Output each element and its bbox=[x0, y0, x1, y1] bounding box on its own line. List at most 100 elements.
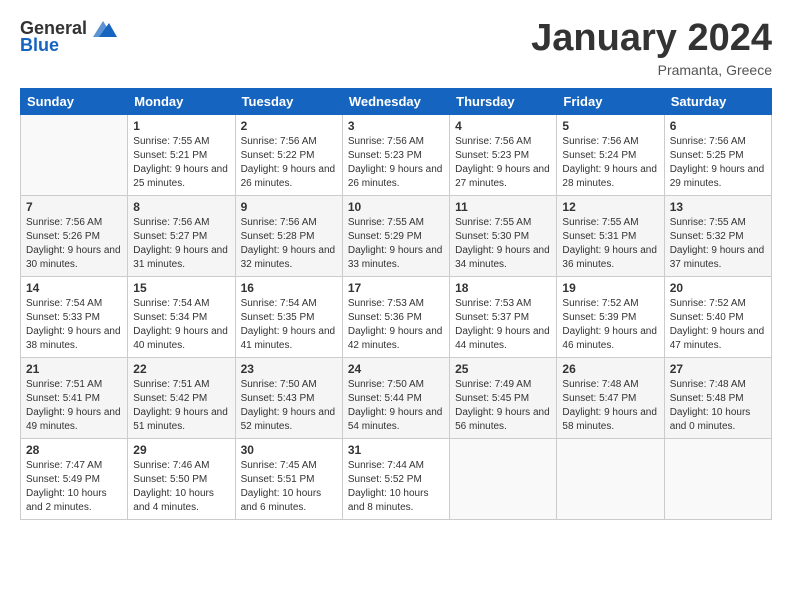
day-info: Sunrise: 7:53 AMSunset: 5:36 PMDaylight:… bbox=[348, 297, 444, 353]
day-info: Sunrise: 7:47 AMSunset: 5:49 PMDaylight:… bbox=[26, 459, 122, 515]
day-info: Sunrise: 7:55 AMSunset: 5:32 PMDaylight:… bbox=[670, 216, 766, 272]
day-number: 27 bbox=[670, 362, 766, 376]
day-cell: 21Sunrise: 7:51 AMSunset: 5:41 PMDayligh… bbox=[21, 357, 128, 438]
header: General Blue January 2024 Pramanta, Gree… bbox=[20, 18, 772, 78]
day-cell: 11 Sunrise: 7:55 AMSunset: 5:30 PMDayligh… bbox=[450, 195, 557, 276]
day-info: Sunrise: 7:55 AMSunset: 5:31 PMDaylight:… bbox=[562, 216, 658, 272]
day-info: Sunrise: 7:53 AMSunset: 5:37 PMDaylight:… bbox=[455, 297, 551, 353]
day-header-tuesday: Tuesday bbox=[235, 88, 342, 114]
day-cell: 13Sunrise: 7:55 AMSunset: 5:32 PMDayligh… bbox=[664, 195, 771, 276]
day-info: Sunrise: 7:54 AMSunset: 5:33 PMDaylight:… bbox=[26, 297, 122, 353]
day-info: Sunrise: 7:48 AMSunset: 5:48 PMDaylight:… bbox=[670, 378, 766, 434]
day-number: 25 bbox=[455, 362, 551, 376]
day-cell: 28 Sunrise: 7:47 AMSunset: 5:49 PMDayligh… bbox=[21, 438, 128, 519]
day-info: Sunrise: 7:56 AMSunset: 5:26 PMDaylight:… bbox=[26, 216, 122, 272]
day-cell: 27 Sunrise: 7:48 AMSunset: 5:48 PMDayligh… bbox=[664, 357, 771, 438]
day-cell bbox=[664, 438, 771, 519]
day-cell: 4 Sunrise: 7:56 AMSunset: 5:23 PMDaylight… bbox=[450, 114, 557, 195]
day-number: 9 bbox=[241, 200, 337, 214]
day-number: 17 bbox=[348, 281, 444, 295]
day-info: Sunrise: 7:56 AMSunset: 5:23 PMDaylight:… bbox=[455, 135, 551, 191]
week-row-5: 28 Sunrise: 7:47 AMSunset: 5:49 PMDayligh… bbox=[21, 438, 772, 519]
day-cell: 23Sunrise: 7:50 AMSunset: 5:43 PMDayligh… bbox=[235, 357, 342, 438]
day-cell: 18 Sunrise: 7:53 AMSunset: 5:37 PMDayligh… bbox=[450, 276, 557, 357]
calendar: SundayMondayTuesdayWednesdayThursdayFrid… bbox=[20, 88, 772, 520]
day-number: 26 bbox=[562, 362, 658, 376]
day-cell: 14Sunrise: 7:54 AMSunset: 5:33 PMDayligh… bbox=[21, 276, 128, 357]
day-number: 30 bbox=[241, 443, 337, 457]
day-number: 11 bbox=[455, 200, 551, 214]
day-cell: 31 Sunrise: 7:44 AMSunset: 5:52 PMDayligh… bbox=[342, 438, 449, 519]
day-number: 8 bbox=[133, 200, 229, 214]
day-number: 10 bbox=[348, 200, 444, 214]
day-number: 5 bbox=[562, 119, 658, 133]
day-info: Sunrise: 7:51 AMSunset: 5:42 PMDaylight:… bbox=[133, 378, 229, 434]
page: General Blue January 2024 Pramanta, Gree… bbox=[0, 0, 792, 612]
day-number: 19 bbox=[562, 281, 658, 295]
day-cell: 16 Sunrise: 7:54 AMSunset: 5:35 PMDayligh… bbox=[235, 276, 342, 357]
day-info: Sunrise: 7:46 AMSunset: 5:50 PMDaylight:… bbox=[133, 459, 229, 515]
week-row-3: 14Sunrise: 7:54 AMSunset: 5:33 PMDayligh… bbox=[21, 276, 772, 357]
day-number: 31 bbox=[348, 443, 444, 457]
day-number: 6 bbox=[670, 119, 766, 133]
day-cell: 17 Sunrise: 7:53 AMSunset: 5:36 PMDayligh… bbox=[342, 276, 449, 357]
day-cell: 26 Sunrise: 7:48 AMSunset: 5:47 PMDayligh… bbox=[557, 357, 664, 438]
day-number: 7 bbox=[26, 200, 122, 214]
day-number: 15 bbox=[133, 281, 229, 295]
day-cell: 2 Sunrise: 7:56 AMSunset: 5:22 PMDaylight… bbox=[235, 114, 342, 195]
day-info: Sunrise: 7:54 AMSunset: 5:35 PMDaylight:… bbox=[241, 297, 337, 353]
day-header-thursday: Thursday bbox=[450, 88, 557, 114]
day-info: Sunrise: 7:45 AMSunset: 5:51 PMDaylight:… bbox=[241, 459, 337, 515]
day-cell bbox=[450, 438, 557, 519]
day-info: Sunrise: 7:56 AMSunset: 5:27 PMDaylight:… bbox=[133, 216, 229, 272]
day-cell: 9 Sunrise: 7:56 AMSunset: 5:28 PMDaylight… bbox=[235, 195, 342, 276]
day-cell: 29Sunrise: 7:46 AMSunset: 5:50 PMDayligh… bbox=[128, 438, 235, 519]
day-cell: 24Sunrise: 7:50 AMSunset: 5:44 PMDayligh… bbox=[342, 357, 449, 438]
day-cell: 8 Sunrise: 7:56 AMSunset: 5:27 PMDaylight… bbox=[128, 195, 235, 276]
day-number: 28 bbox=[26, 443, 122, 457]
day-cell: 20 Sunrise: 7:52 AMSunset: 5:40 PMDayligh… bbox=[664, 276, 771, 357]
day-number: 22 bbox=[133, 362, 229, 376]
day-info: Sunrise: 7:52 AMSunset: 5:40 PMDaylight:… bbox=[670, 297, 766, 353]
day-info: Sunrise: 7:55 AMSunset: 5:21 PMDaylight:… bbox=[133, 135, 229, 191]
month-title: January 2024 bbox=[531, 18, 772, 60]
day-info: Sunrise: 7:48 AMSunset: 5:47 PMDaylight:… bbox=[562, 378, 658, 434]
day-number: 2 bbox=[241, 119, 337, 133]
day-cell: 10Sunrise: 7:55 AMSunset: 5:29 PMDayligh… bbox=[342, 195, 449, 276]
day-header-saturday: Saturday bbox=[664, 88, 771, 114]
day-cell: 3Sunrise: 7:56 AMSunset: 5:23 PMDaylight… bbox=[342, 114, 449, 195]
logo: General Blue bbox=[20, 18, 117, 56]
day-number: 18 bbox=[455, 281, 551, 295]
day-cell: 30 Sunrise: 7:45 AMSunset: 5:51 PMDayligh… bbox=[235, 438, 342, 519]
day-info: Sunrise: 7:54 AMSunset: 5:34 PMDaylight:… bbox=[133, 297, 229, 353]
day-info: Sunrise: 7:44 AMSunset: 5:52 PMDaylight:… bbox=[348, 459, 444, 515]
day-number: 4 bbox=[455, 119, 551, 133]
day-info: Sunrise: 7:56 AMSunset: 5:28 PMDaylight:… bbox=[241, 216, 337, 272]
day-cell: 5 Sunrise: 7:56 AMSunset: 5:24 PMDaylight… bbox=[557, 114, 664, 195]
day-info: Sunrise: 7:52 AMSunset: 5:39 PMDaylight:… bbox=[562, 297, 658, 353]
day-info: Sunrise: 7:55 AMSunset: 5:30 PMDaylight:… bbox=[455, 216, 551, 272]
day-header-wednesday: Wednesday bbox=[342, 88, 449, 114]
logo-blue: Blue bbox=[20, 35, 59, 56]
day-info: Sunrise: 7:49 AMSunset: 5:45 PMDaylight:… bbox=[455, 378, 551, 434]
week-row-4: 21Sunrise: 7:51 AMSunset: 5:41 PMDayligh… bbox=[21, 357, 772, 438]
day-number: 3 bbox=[348, 119, 444, 133]
day-header-friday: Friday bbox=[557, 88, 664, 114]
day-info: Sunrise: 7:50 AMSunset: 5:43 PMDaylight:… bbox=[241, 378, 337, 434]
day-info: Sunrise: 7:56 AMSunset: 5:25 PMDaylight:… bbox=[670, 135, 766, 191]
day-cell: 7 Sunrise: 7:56 AMSunset: 5:26 PMDaylight… bbox=[21, 195, 128, 276]
day-cell: 12 Sunrise: 7:55 AMSunset: 5:31 PMDayligh… bbox=[557, 195, 664, 276]
day-cell: 19 Sunrise: 7:52 AMSunset: 5:39 PMDayligh… bbox=[557, 276, 664, 357]
day-cell: 15 Sunrise: 7:54 AMSunset: 5:34 PMDayligh… bbox=[128, 276, 235, 357]
day-number: 12 bbox=[562, 200, 658, 214]
header-row: SundayMondayTuesdayWednesdayThursdayFrid… bbox=[21, 88, 772, 114]
day-info: Sunrise: 7:56 AMSunset: 5:22 PMDaylight:… bbox=[241, 135, 337, 191]
subtitle: Pramanta, Greece bbox=[531, 62, 772, 78]
week-row-1: 1Sunrise: 7:55 AMSunset: 5:21 PMDaylight… bbox=[21, 114, 772, 195]
day-info: Sunrise: 7:56 AMSunset: 5:24 PMDaylight:… bbox=[562, 135, 658, 191]
day-cell bbox=[557, 438, 664, 519]
day-number: 20 bbox=[670, 281, 766, 295]
day-number: 24 bbox=[348, 362, 444, 376]
day-number: 16 bbox=[241, 281, 337, 295]
day-cell bbox=[21, 114, 128, 195]
